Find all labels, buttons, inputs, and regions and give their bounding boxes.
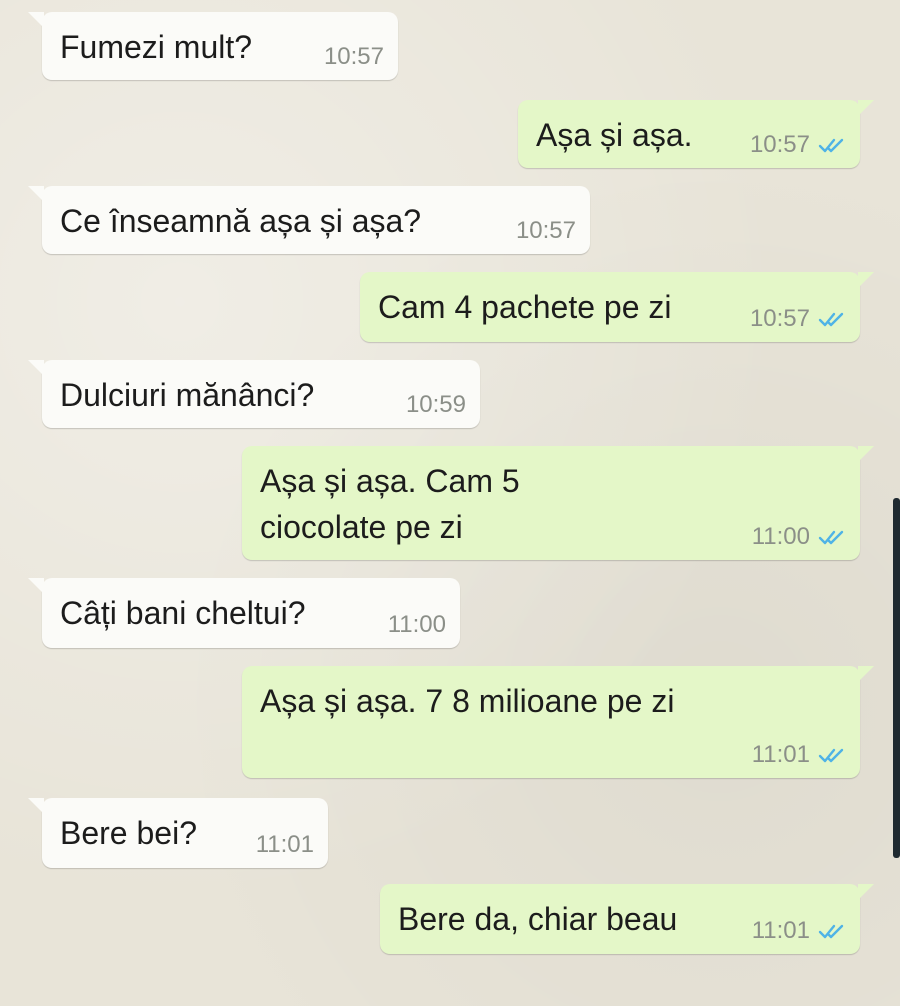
message-meta: 11:00 — [752, 522, 846, 552]
message-text: Dulciuri mănânci? — [60, 377, 315, 413]
message-text: Așa și așa. 7 8 milioane pe zi — [260, 683, 675, 719]
message-text: Bere bei? — [60, 815, 197, 851]
scrollbar[interactable] — [893, 498, 900, 858]
message-bubble-outgoing[interactable]: Bere da, chiar beau 11:01 — [380, 884, 874, 954]
message-meta: 10:57 — [324, 42, 384, 72]
message-text: Așa și așa. — [536, 117, 693, 153]
message-bubble-incoming[interactable]: Câți bani cheltui? 11:00 — [28, 578, 460, 648]
message-bubble-incoming[interactable]: Dulciuri mănânci? 10:59 — [28, 360, 480, 428]
message-time: 11:01 — [751, 917, 810, 944]
double-check-icon — [818, 748, 844, 763]
message-time: 10:59 — [405, 391, 466, 418]
message-bubble-outgoing[interactable]: Așa și așa. Cam 5 ciocolate pe zi 11:00 — [242, 446, 874, 560]
message-time: 10:57 — [515, 217, 576, 244]
double-check-icon — [818, 530, 844, 545]
message-meta: 10:57 — [516, 216, 576, 246]
message-meta: 11:01 — [256, 830, 314, 860]
message-text: Ce înseamnă așa și așa? — [60, 203, 422, 239]
message-time: 11:01 — [751, 741, 810, 768]
message-text: Bere da, chiar beau — [398, 901, 678, 937]
message-text: Fumezi mult? — [60, 29, 253, 65]
double-check-icon — [818, 138, 844, 153]
message-time: 11:01 — [255, 831, 314, 858]
message-bubble-outgoing[interactable]: Așa și așa. 10:57 — [518, 100, 874, 168]
message-meta: 11:01 — [752, 916, 846, 946]
message-text: Așa și așa. Cam 5 ciocolate pe zi — [260, 463, 520, 545]
message-time: 10:57 — [749, 305, 810, 332]
message-time: 11:00 — [751, 523, 810, 550]
message-meta: 10:57 — [750, 304, 846, 334]
message-bubble-incoming[interactable]: Ce înseamnă așa și așa? 10:57 — [28, 186, 590, 254]
double-check-icon — [818, 312, 844, 327]
message-time: 11:00 — [387, 611, 446, 638]
message-meta: 11:01 — [752, 740, 846, 770]
message-bubble-incoming[interactable]: Fumezi mult? 10:57 — [28, 12, 398, 80]
chat-conversation: Fumezi mult? 10:57 Așa și așa. 10:57 Ce … — [0, 0, 900, 1006]
message-text: Câți bani cheltui? — [60, 595, 306, 631]
message-text: Cam 4 pachete pe zi — [378, 289, 672, 325]
double-check-icon — [818, 924, 844, 939]
message-bubble-outgoing[interactable]: Cam 4 pachete pe zi 10:57 — [360, 272, 874, 342]
message-meta: 11:00 — [388, 610, 446, 640]
message-meta: 10:57 — [750, 130, 846, 160]
message-bubble-outgoing[interactable]: Așa și așa. 7 8 milioane pe zi 11:01 — [242, 666, 874, 778]
message-time: 10:57 — [749, 131, 810, 158]
message-time: 10:57 — [323, 43, 384, 70]
message-bubble-incoming[interactable]: Bere bei? 11:01 — [28, 798, 328, 868]
message-meta: 10:59 — [406, 390, 466, 420]
